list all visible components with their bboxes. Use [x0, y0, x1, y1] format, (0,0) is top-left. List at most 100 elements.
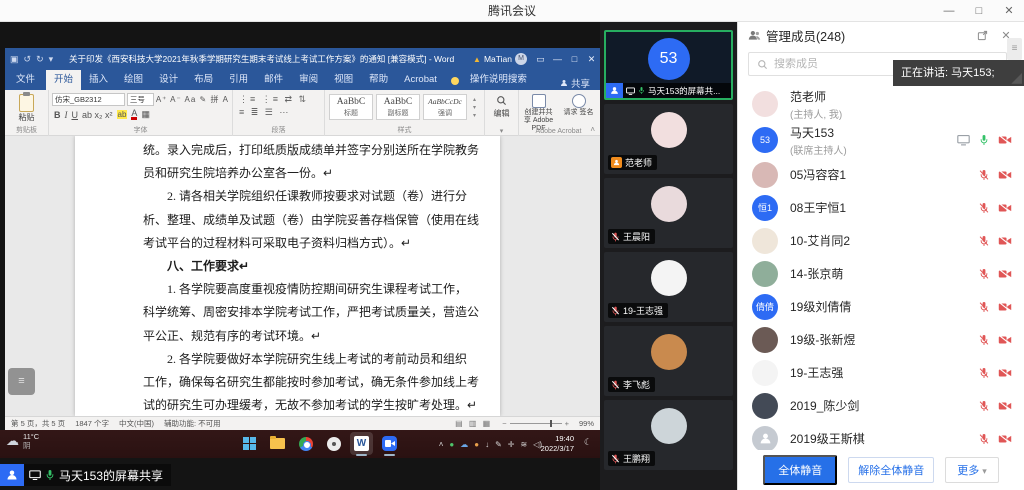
word-close-button[interactable]: ✕ — [583, 54, 600, 65]
minimize-button[interactable]: — — [934, 0, 964, 22]
status-orange-icon[interactable]: ● — [474, 440, 479, 449]
network-icon[interactable]: ≋ — [520, 440, 527, 449]
popout-icon[interactable] — [977, 30, 993, 41]
tab-references[interactable]: 引用 — [221, 70, 256, 90]
mic-off-icon[interactable] — [979, 168, 989, 181]
meeting-taskbar-button[interactable] — [378, 432, 401, 455]
paste-icon[interactable] — [19, 94, 34, 112]
word-taskbar-button[interactable]: W — [350, 432, 373, 455]
underline-button[interactable]: U — [72, 110, 79, 120]
mic-off-icon[interactable] — [979, 366, 989, 379]
tab-layout[interactable]: 布局 — [186, 70, 221, 90]
member-row[interactable]: 范老师 (主持人, 我) — [738, 86, 1024, 122]
video-tile[interactable]: 王鹏翔 — [604, 400, 733, 470]
word-account-name[interactable]: MaTian — [484, 54, 512, 64]
member-row[interactable]: 53 马天153 (联席主持人) — [738, 122, 1024, 158]
zoom-thumb[interactable] — [550, 420, 552, 427]
member-row[interactable]: 恒1 08王宇恒1 — [738, 191, 1024, 224]
weather-widget[interactable]: ☁ 11°C 阴 — [6, 432, 39, 450]
tab-view[interactable]: 视图 — [326, 70, 361, 90]
crosshair-icon[interactable]: ✛ — [508, 440, 515, 449]
mic-off-icon[interactable] — [979, 432, 989, 445]
camera-off-icon[interactable] — [998, 367, 1012, 378]
tab-design[interactable]: 设计 — [151, 70, 186, 90]
member-row[interactable]: 19级-张新煜 — [738, 323, 1024, 356]
camera-app-button[interactable] — [322, 432, 345, 455]
font-tools-row2[interactable]: ab x₂ x² — [82, 110, 113, 120]
zoom-track[interactable] — [510, 423, 562, 424]
annotation-toolbar-handle[interactable]: ≡ — [8, 368, 35, 395]
mic-off-icon[interactable] — [979, 399, 989, 412]
unmute-all-button[interactable]: 解除全体静音 — [848, 457, 934, 483]
font-name-combo[interactable]: 仿宋_GB2312 — [52, 93, 125, 106]
style-emphasis[interactable]: AaBbCcDc 强调 — [423, 94, 467, 120]
tab-file[interactable]: 文件 — [5, 70, 46, 90]
language-indicator[interactable]: 中文(中国) — [119, 418, 154, 429]
mic-off-icon[interactable] — [979, 333, 989, 346]
document-page[interactable]: 统。录入完成后，打印纸质版成绩单并签字分别送所在学院教务 员和研究生院培养办公室… — [75, 136, 500, 416]
italic-button[interactable]: I — [65, 110, 68, 120]
styles-scroll[interactable]: ▴▾▾ — [470, 94, 479, 120]
zoom-in-icon[interactable]: + — [565, 419, 569, 428]
font-size-combo[interactable]: 三号 — [127, 93, 154, 106]
editing-button[interactable]: 编辑 — [485, 108, 518, 119]
maximize-button[interactable]: □ — [964, 0, 994, 22]
focus-assist-icon[interactable]: ☾ — [584, 437, 592, 448]
font-tools-row1[interactable]: A⁺ A⁻ Aa ✎ 拼 A — [156, 94, 229, 105]
member-row[interactable]: 05冯容容1 — [738, 158, 1024, 191]
camera-off-icon[interactable] — [998, 169, 1012, 180]
tab-help[interactable]: 帮助 — [361, 70, 396, 90]
camera-off-icon[interactable] — [998, 235, 1012, 246]
highlight-button[interactable]: ab — [117, 110, 128, 119]
member-row[interactable]: 19-王志强 — [738, 356, 1024, 389]
more-button[interactable]: 更多 ▾ — [945, 457, 999, 483]
search-icon[interactable] — [496, 95, 507, 106]
member-row[interactable]: 14-张京萌 — [738, 257, 1024, 290]
close-button[interactable]: ✕ — [994, 0, 1024, 22]
member-row[interactable]: 倩倩 19级刘倩倩 — [738, 290, 1024, 323]
undo-icon[interactable]: ↺ — [24, 54, 32, 65]
paste-button[interactable]: 粘贴 — [5, 112, 48, 123]
camera-off-icon[interactable] — [998, 334, 1012, 345]
style-subtitle[interactable]: AaBbC 副标题 — [376, 94, 420, 120]
camera-off-icon[interactable] — [998, 135, 1012, 146]
screen-share-icon[interactable] — [957, 135, 970, 146]
camera-off-icon[interactable] — [998, 202, 1012, 213]
tab-draw[interactable]: 绘图 — [116, 70, 151, 90]
tab-review[interactable]: 审阅 — [291, 70, 326, 90]
view-mode-icons[interactable]: ▤ ▥ ▦ — [455, 419, 492, 428]
mic-off-icon[interactable] — [979, 234, 989, 247]
mute-all-button[interactable]: 全体静音 — [763, 455, 837, 485]
video-tile[interactable]: 19-王志强 — [604, 252, 733, 322]
mic-off-icon[interactable] — [979, 300, 989, 313]
paragraph-tools-row1[interactable]: ⋮≡ ⋮≡ ⇄ ⇅ — [233, 92, 324, 105]
file-explorer-button[interactable] — [266, 432, 289, 455]
panel-drag-handle[interactable]: ≡ — [1007, 38, 1022, 60]
camera-off-icon[interactable] — [998, 301, 1012, 312]
status-dot-icon[interactable]: ● — [449, 440, 454, 449]
collapse-ribbon-icon[interactable]: ˄ — [590, 125, 595, 134]
redo-icon[interactable]: ↻ — [36, 54, 44, 65]
word-minimize-button[interactable]: — — [549, 54, 566, 64]
zoom-slider[interactable]: − + — [502, 419, 569, 428]
borders-button[interactable]: ▦ — [141, 109, 150, 120]
start-button[interactable] — [238, 432, 261, 455]
cloud-drive-icon[interactable]: ☁ — [460, 440, 468, 449]
camera-off-icon[interactable] — [998, 400, 1012, 411]
word-count[interactable]: 1847 个字 — [75, 418, 109, 429]
camera-off-icon[interactable] — [998, 433, 1012, 444]
member-row[interactable]: 2019_陈少剑 — [738, 389, 1024, 422]
ribbon-display-options-icon[interactable]: ▭ — [532, 54, 549, 65]
paragraph-tools-row2[interactable]: ≡ ≣ ☰ ⋯ — [233, 105, 324, 118]
video-tile[interactable]: 王晨阳 — [604, 178, 733, 248]
mic-off-icon[interactable] — [979, 201, 989, 214]
zoom-level[interactable]: 99% — [579, 419, 594, 428]
chevron-up-icon[interactable]: ˄ — [439, 440, 444, 449]
tab-acrobat[interactable]: Acrobat — [396, 70, 445, 90]
tab-mailings[interactable]: 邮件 — [256, 70, 291, 90]
pen-icon[interactable]: ✎ — [495, 440, 502, 449]
video-tile[interactable]: 范老师 — [604, 104, 733, 174]
taskbar-clock[interactable]: 19:40 2022/3/17 — [541, 434, 574, 454]
tell-me-search[interactable]: 操作说明搜索 — [462, 70, 541, 90]
word-account-avatar[interactable]: M — [515, 53, 527, 65]
